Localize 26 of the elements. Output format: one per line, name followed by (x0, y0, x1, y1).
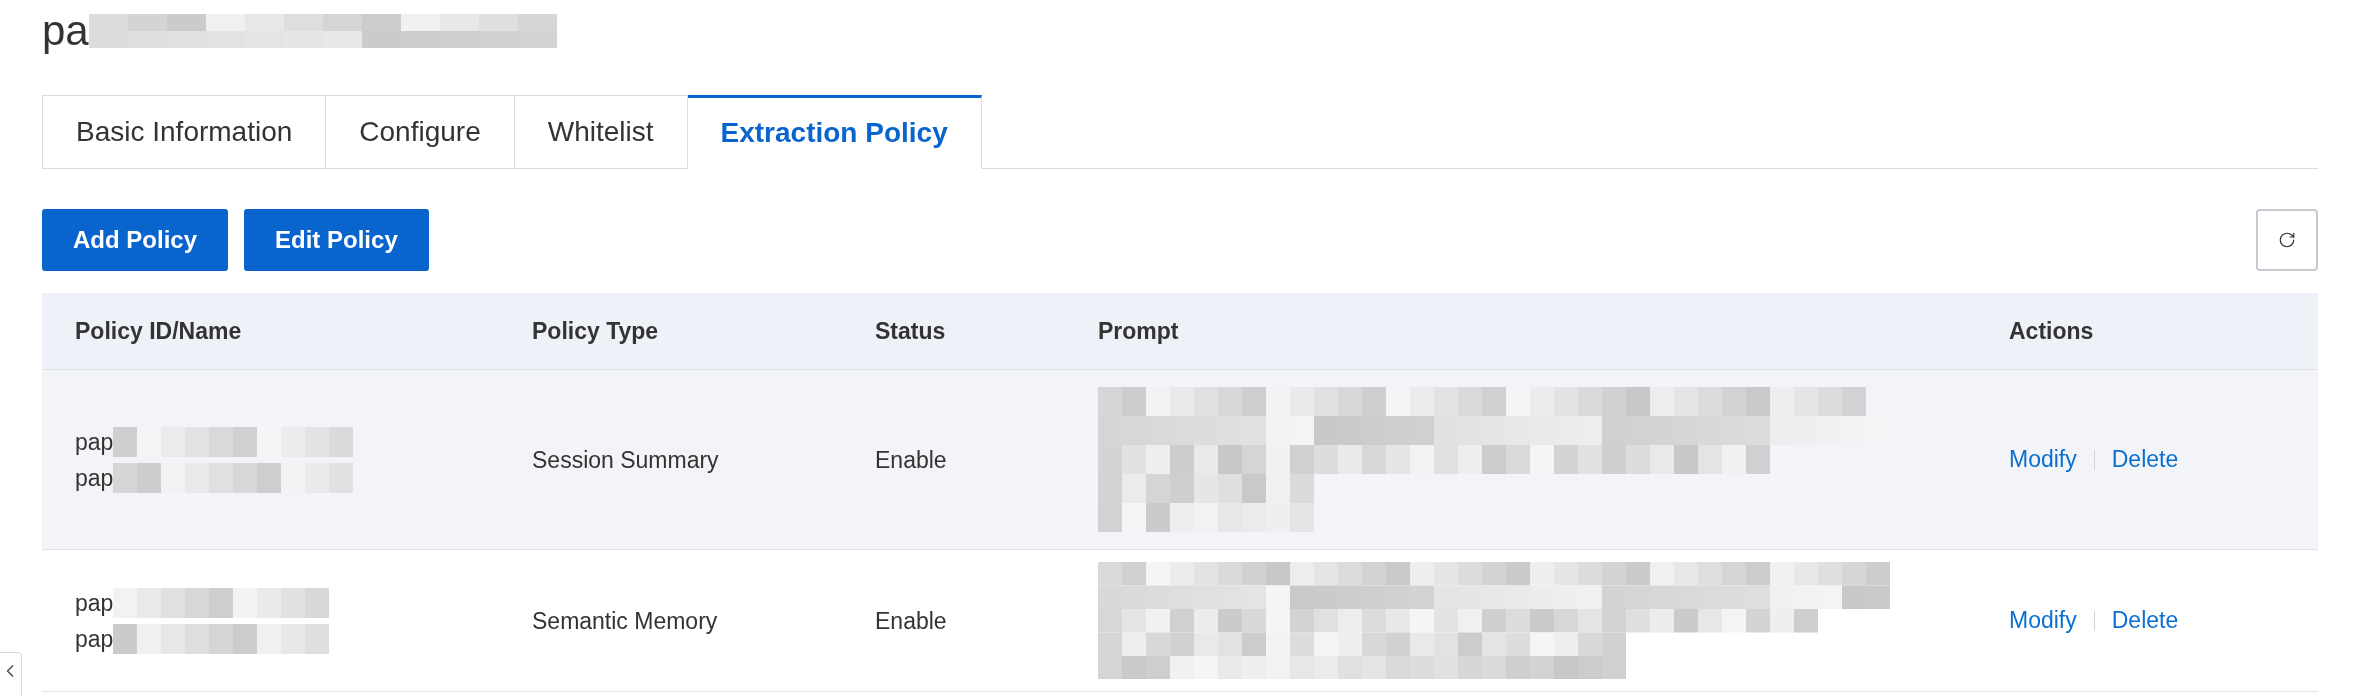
primary-button[interactable]: Edit Policy (244, 209, 429, 271)
column-header: Policy ID/Name (75, 317, 242, 345)
tab[interactable]: Configure (326, 95, 515, 169)
page-title: pa (42, 6, 89, 56)
status-text: Enable (875, 606, 948, 636)
column-header: Actions (2009, 317, 2094, 345)
action-link[interactable]: Delete (2111, 607, 2179, 634)
column-header: Policy Type (532, 317, 659, 345)
policy-type-text: Session Summary (532, 445, 720, 475)
tab[interactable]: Extraction Policy (687, 95, 982, 169)
primary-button[interactable]: Add Policy (42, 209, 229, 271)
column-header: Status (875, 317, 946, 345)
action-link[interactable]: Modify (2009, 446, 2077, 473)
collapse-handle[interactable] (0, 652, 22, 696)
status-text: Enable (875, 445, 948, 475)
policy-id-text: pap (75, 588, 114, 618)
policy-id-text: pap (75, 624, 114, 654)
refresh-icon (2278, 231, 2296, 249)
tab[interactable]: Whitelist (514, 95, 688, 169)
column-header: Prompt (1098, 317, 1179, 345)
policy-type-text: Semantic Memory (532, 606, 719, 636)
policy-id-text: pap (75, 463, 114, 493)
tab[interactable]: Basic Information (42, 95, 327, 169)
policy-id-text: pap (75, 427, 114, 457)
action-link[interactable]: Delete (2111, 446, 2179, 473)
action-link[interactable]: Modify (2009, 607, 2077, 634)
